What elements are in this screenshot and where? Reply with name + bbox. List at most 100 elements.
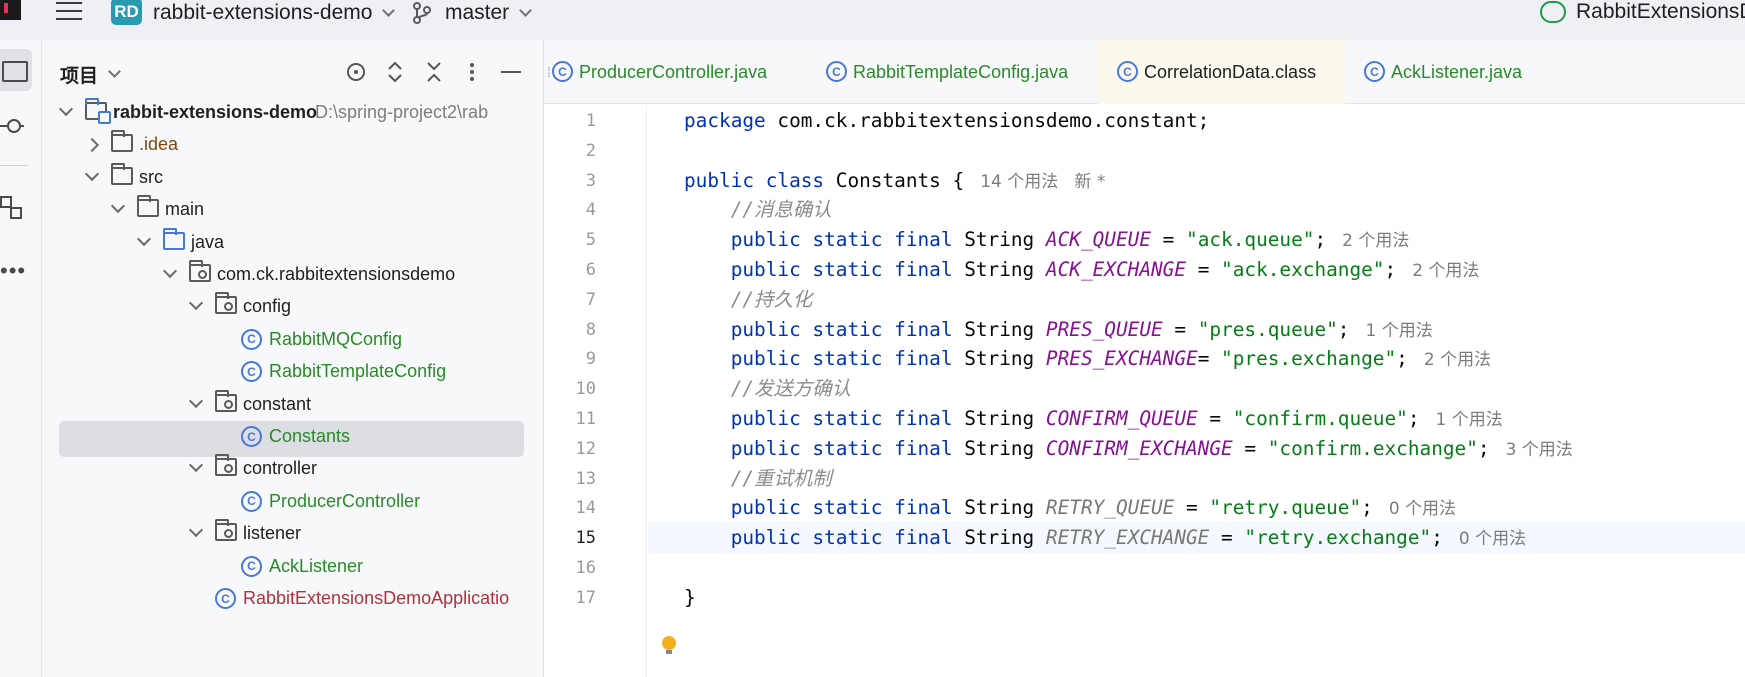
line-number: 14 — [575, 498, 596, 519]
code-line[interactable]: public static final String ACK_EXCHANGE … — [648, 253, 1745, 286]
package-icon — [215, 389, 237, 412]
commit-tool-icon[interactable] — [0, 118, 26, 134]
code-line[interactable] — [648, 551, 1745, 584]
main-menu-icon[interactable] — [56, 2, 82, 22]
tree-node[interactable]: controller — [42, 453, 543, 489]
run-configuration-selector[interactable]: RabbitExtensionsDe — [1540, 0, 1745, 24]
chevron-down-icon[interactable] — [188, 523, 204, 538]
usage-inlay-hint[interactable]: 2 个用法 — [1424, 350, 1491, 370]
editor-gutter[interactable]: 1 2 3 4 5 6 7 8 9 10 11 12 13 14 15 16 17 — [544, 105, 676, 677]
tree-node[interactable]: C ProducerController — [42, 486, 543, 522]
code-line[interactable]: public static final String ACK_QUEUE = "… — [648, 223, 1745, 256]
class-icon: C — [1364, 61, 1385, 82]
usage-inlay-hint[interactable]: 0 个用法 — [1459, 529, 1526, 549]
code-line[interactable]: public static final String RETRY_QUEUE =… — [648, 491, 1745, 524]
tree-node[interactable]: com.ck.rabbitextensionsdemo — [42, 259, 543, 295]
branch-switcher[interactable]: master — [413, 0, 533, 26]
more-tools-icon[interactable]: ••• — [0, 258, 26, 284]
chevron-down-icon[interactable] — [188, 458, 204, 473]
tree-node[interactable]: config — [42, 291, 543, 327]
editor-tab[interactable]: C AckListener.java — [1345, 40, 1745, 104]
editor-tab[interactable]: C ProducerController.java — [544, 40, 807, 104]
project-switcher[interactable]: rabbit-extensions-demo — [153, 0, 396, 26]
structure-tool-icon[interactable] — [0, 196, 22, 219]
code-line[interactable]: //持久化 — [648, 283, 1745, 316]
line-number: 3 — [585, 170, 596, 191]
usage-inlay-hint[interactable]: 3 个用法 — [1506, 440, 1573, 460]
code-token: String — [952, 258, 1046, 281]
chevron-down-icon[interactable] — [188, 393, 204, 408]
code-line[interactable] — [648, 134, 1745, 167]
tree-node[interactable]: java — [42, 227, 543, 263]
chevron-down-icon[interactable] — [58, 101, 74, 117]
tree-node-label: AckListener — [269, 555, 364, 576]
code-token: = — [1232, 436, 1268, 460]
options-icon[interactable] — [460, 60, 484, 84]
collapse-all-icon[interactable] — [422, 60, 446, 84]
chevron-down-icon[interactable] — [188, 296, 204, 311]
tree-node[interactable]: C Constants — [42, 421, 543, 457]
tree-node[interactable]: listener — [42, 518, 543, 554]
tree-node[interactable]: C RabbitTemplateConfig — [42, 356, 543, 392]
tree-node[interactable]: rabbit-extensions-demo D:\spring-project2… — [42, 97, 543, 133]
editor-tab[interactable]: C CorrelationData.class — [1098, 40, 1345, 104]
code-token: public class — [684, 168, 825, 192]
usage-inlay-hint[interactable]: 0 个用法 — [1389, 499, 1456, 519]
expand-all-icon[interactable] — [383, 60, 407, 84]
usage-inlay-hint[interactable]: 1 个用法 — [1365, 321, 1432, 341]
code-line[interactable]: public static final String CONFIRM_EXCHA… — [648, 432, 1745, 465]
chevron-down-icon[interactable] — [110, 199, 126, 214]
chevron-down-icon[interactable] — [84, 166, 100, 181]
code-line[interactable]: //发送方确认 — [648, 372, 1745, 405]
code-token: = — [1162, 317, 1198, 341]
locate-file-icon[interactable] — [344, 60, 368, 84]
code-line[interactable]: //消息确认 — [648, 193, 1745, 226]
chevron-down-icon[interactable] — [162, 263, 178, 279]
usage-inlay-hint[interactable]: 2 个用法 — [1342, 231, 1409, 251]
code-editor[interactable]: package com.ck.rabbitextensionsdemo.cons… — [648, 105, 1745, 677]
module-path: D:\spring-project2\rab — [315, 102, 489, 122]
ide-logo-icon[interactable] — [0, 0, 21, 20]
tree-node[interactable]: .idea — [42, 129, 543, 165]
code-line[interactable]: public static final String CONFIRM_QUEUE… — [648, 402, 1745, 435]
chevron-down-icon[interactable] — [136, 231, 152, 246]
editor-tab[interactable]: C RabbitTemplateConfig.java — [807, 40, 1098, 104]
code-line[interactable]: public class Constants {14 个用法 新 * — [648, 164, 1745, 197]
chevron-right-icon[interactable] — [84, 138, 100, 153]
tree-node[interactable]: C RabbitMQConfig — [42, 324, 543, 360]
run-config-name: RabbitExtensionsDe — [1576, 0, 1745, 23]
tree-node-label: com.ck.rabbitextensionsdemo — [217, 264, 456, 284]
git-branch-icon — [413, 2, 431, 24]
tree-node[interactable]: C RabbitExtensionsDemoApplicatio — [42, 583, 543, 619]
tree-node[interactable]: constant — [42, 389, 543, 425]
usage-inlay-hint[interactable]: 2 个用法 — [1412, 261, 1479, 281]
line-number: 17 — [575, 587, 596, 608]
project-view-selector[interactable]: 项目 — [60, 61, 121, 88]
editor-tab-label: AckListener.java — [1391, 61, 1523, 82]
hide-panel-icon[interactable] — [499, 60, 523, 84]
code-line[interactable]: public static final String PRES_EXCHANGE… — [648, 342, 1745, 375]
tree-node[interactable]: src — [42, 162, 543, 198]
code-line[interactable]: public static final String RETRY_EXCHANG… — [648, 521, 1745, 555]
tree-node-label: rabbit-extensions-demo — [113, 102, 318, 122]
line-number: 2 — [585, 140, 596, 161]
folder-icon — [111, 162, 133, 185]
tree-node[interactable]: C AckListener — [42, 551, 543, 587]
project-tool-icon[interactable] — [0, 49, 32, 91]
usage-inlay-hint[interactable]: 14 个用法 新 * — [980, 172, 1105, 192]
code-line[interactable]: //重试机制 — [648, 462, 1745, 495]
code-token: //消息确认 — [730, 198, 832, 222]
tree-node[interactable]: main — [42, 194, 543, 230]
code-line[interactable]: } — [648, 581, 1745, 614]
code-token: "pres.queue" — [1197, 317, 1338, 341]
code-line[interactable]: public static final String PRES_QUEUE = … — [648, 313, 1745, 346]
usage-inlay-hint[interactable]: 1 个用法 — [1436, 410, 1503, 430]
tree-node-label: RabbitMQConfig — [269, 328, 403, 349]
project-badge[interactable]: RD — [111, 0, 142, 25]
code-line[interactable]: package com.ck.rabbitextensionsdemo.cons… — [648, 104, 1745, 137]
